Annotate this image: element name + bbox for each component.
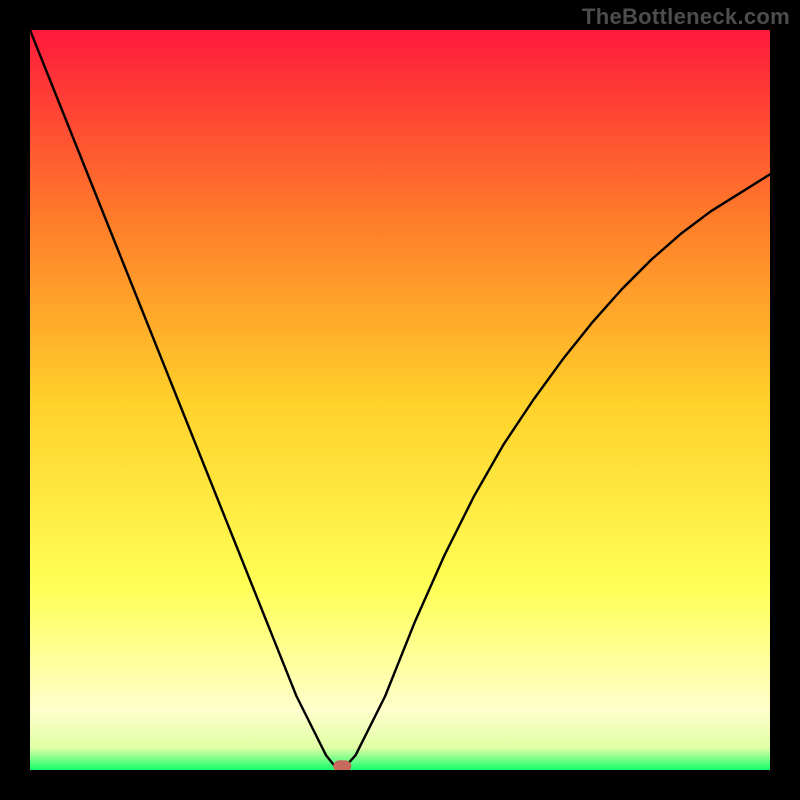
dip-marker <box>333 760 351 770</box>
watermark-label: TheBottleneck.com <box>582 4 790 30</box>
bottleneck-chart <box>30 30 770 770</box>
chart-area <box>30 30 770 770</box>
